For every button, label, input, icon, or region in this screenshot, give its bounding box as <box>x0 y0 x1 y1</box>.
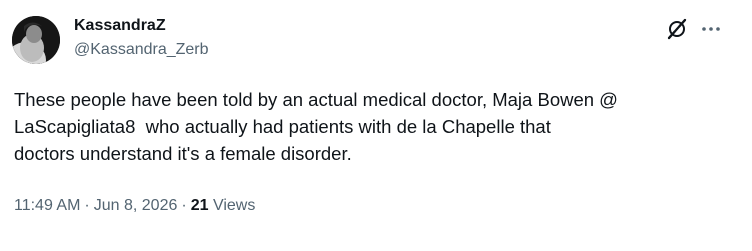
tweet-time[interactable]: 11:49 AM <box>14 197 80 214</box>
avatar-image <box>12 16 60 64</box>
user-handle[interactable]: @Kassandra_Zerb <box>74 39 209 61</box>
display-name[interactable]: KassandraZ <box>74 16 209 36</box>
avatar[interactable] <box>12 16 60 64</box>
tweet-date[interactable]: Jun 8, 2026 <box>94 197 178 214</box>
tweet-card: KassandraZ @Kassandra_Zerb These people … <box>0 0 752 251</box>
views-count: 21 <box>190 197 209 214</box>
user-info: KassandraZ @Kassandra_Zerb <box>74 16 209 61</box>
meta-separator: · <box>181 197 187 214</box>
grok-icon[interactable] <box>666 18 688 40</box>
meta-separator: · <box>84 197 90 214</box>
tweet-metadata: 11:49 AM · Jun 8, 2026 · 21 Views <box>14 195 255 217</box>
more-icon[interactable] <box>700 18 722 40</box>
tweet-text: These people have been told by an actual… <box>14 89 618 164</box>
views-label: Views <box>212 197 256 214</box>
